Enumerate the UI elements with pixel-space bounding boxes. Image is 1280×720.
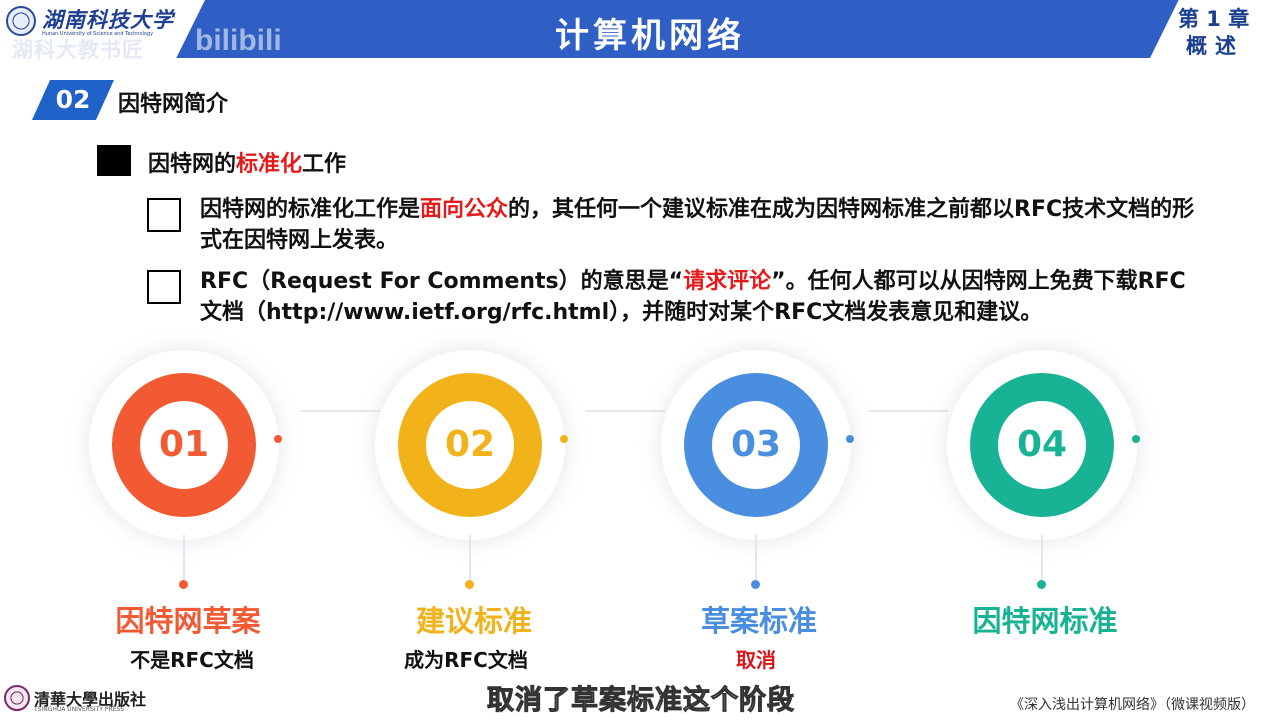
section-number-badge: 02 xyxy=(32,80,114,120)
step-subtitle: 不是RFC文档 xyxy=(130,648,254,672)
video-caption: 取消了草案标准这个阶段 xyxy=(487,685,795,717)
checkbox-bullet-icon xyxy=(147,270,181,304)
step-dot xyxy=(465,580,474,589)
process-step: 01 xyxy=(89,350,282,589)
step-number: 01 xyxy=(140,401,228,489)
step-number: 03 xyxy=(712,401,800,489)
step-stem xyxy=(469,535,471,580)
step-stem xyxy=(1041,535,1043,580)
step-dot xyxy=(560,435,568,443)
process-step: 03 xyxy=(661,350,854,589)
process-step: 04 xyxy=(947,350,1140,589)
point-highlight: 请求评论 xyxy=(683,269,772,294)
step-dot xyxy=(179,580,188,589)
step-connector xyxy=(300,410,380,412)
step-dot xyxy=(751,580,760,589)
square-bullet-icon xyxy=(97,145,131,176)
step-number: 02 xyxy=(426,401,514,489)
press-logo-en: TSINGHUA UNIVERSITY PRESS xyxy=(34,706,125,713)
step-dot xyxy=(1132,435,1140,443)
step-stem xyxy=(183,535,185,580)
step-stem xyxy=(755,535,757,580)
process-step: 02 xyxy=(375,350,568,589)
book-title: 《深入浅出计算机网络》（微课视频版） xyxy=(1010,697,1255,713)
press-seal-icon xyxy=(4,685,30,711)
step-dot xyxy=(846,435,854,443)
slide-header: 湖南科技大学 Hunan University of Science and T… xyxy=(0,0,1280,62)
step-dot xyxy=(1037,580,1046,589)
step-connector xyxy=(868,410,948,412)
step-dot xyxy=(274,435,282,443)
step-title: 草案标准 xyxy=(700,604,817,638)
step-title: 建议标准 xyxy=(415,604,532,638)
point-text: RFC（Request For Comments）的意思是“请求评论”。任何人都… xyxy=(200,269,1186,325)
chapter-name: 概述 xyxy=(1186,34,1244,58)
step-title: 因特网标准 xyxy=(972,604,1118,638)
step-connector xyxy=(585,410,665,412)
step-number: 04 xyxy=(998,401,1086,489)
step-subtitle: 成为RFC文档 xyxy=(404,648,528,672)
step-subtitle: 取消 xyxy=(736,648,776,672)
bullet-heading: 因特网的标准化工作 xyxy=(148,152,347,177)
course-title: 计算机网络 xyxy=(555,16,745,56)
point-text: 因特网的标准化工作是面向公众的，其任何一个建议标准在成为因特网标准之前都以RFC… xyxy=(200,197,1195,253)
point-highlight: 面向公众 xyxy=(420,197,509,222)
step-title: 因特网草案 xyxy=(115,604,261,638)
chapter-number: 第 1 章 xyxy=(1178,7,1250,31)
section-title: 因特网简介 xyxy=(118,92,229,117)
bullet-highlight: 标准化 xyxy=(236,152,303,177)
checkbox-bullet-icon xyxy=(147,198,181,232)
